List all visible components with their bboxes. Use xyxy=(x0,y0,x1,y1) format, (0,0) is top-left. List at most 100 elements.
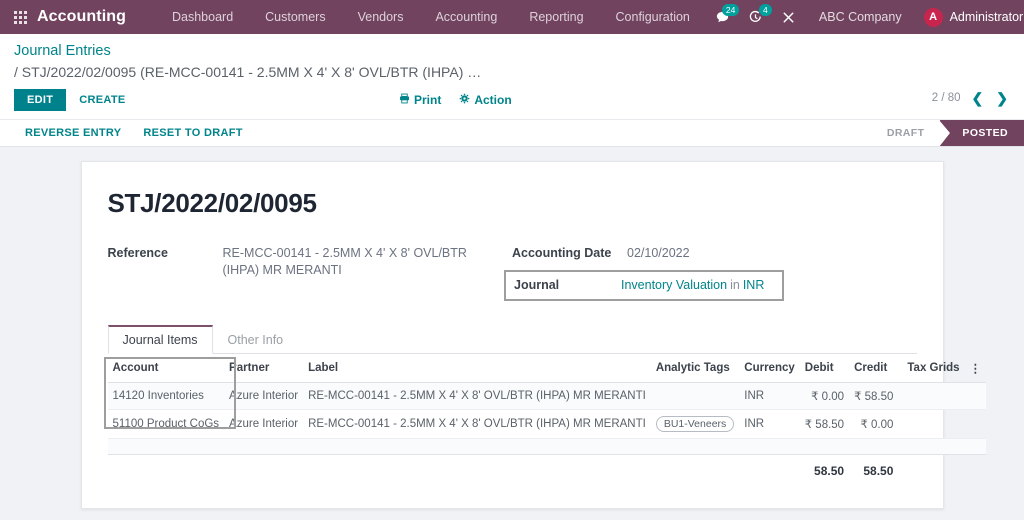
pager: 2 / 80 ❮ ❯ xyxy=(932,91,1010,105)
action-button[interactable]: Action xyxy=(459,93,512,107)
menu-customers[interactable]: Customers xyxy=(249,2,341,32)
cell-credit[interactable]: ₹ 58.50 xyxy=(849,382,899,410)
cell-analytic-tags[interactable]: BU1-Veneers xyxy=(650,409,740,439)
field-accounting-date: Accounting Date 02/10/2022 xyxy=(512,245,917,262)
journal-label: Journal xyxy=(514,278,560,292)
state-draft[interactable]: DRAFT xyxy=(864,120,941,146)
top-navbar: Accounting Dashboard Customers Vendors A… xyxy=(0,0,1024,34)
cell-account[interactable]: 14120 Inventories xyxy=(107,382,225,410)
cell-partner[interactable]: Azure Interior xyxy=(224,382,304,410)
cell-analytic-tags[interactable] xyxy=(650,382,740,410)
form-column-right: Accounting Date 02/10/2022 Journal Inven… xyxy=(504,245,917,301)
messages-icon[interactable]: 24 xyxy=(706,3,739,29)
create-button[interactable]: CREATE xyxy=(66,89,138,111)
totals-debit: 58.50 xyxy=(799,454,850,484)
control-panel-actions: Print Action xyxy=(399,93,512,107)
reference-value[interactable]: RE-MCC-00141 - 2.5MM X 4' X 8' OVL/BTR (… xyxy=(223,245,478,279)
totals-spacer-7 xyxy=(964,454,987,484)
totals-spacer-2 xyxy=(224,454,304,484)
page-body: STJ/2022/02/0095 Reference RE-MCC-00141 … xyxy=(0,147,1024,520)
cell-tax-grids[interactable] xyxy=(898,409,965,439)
user-menu[interactable]: A Administrator xyxy=(916,4,1024,31)
cell-spacer xyxy=(964,382,987,410)
optional-columns-dropdown-icon[interactable]: ⋮ xyxy=(964,354,987,383)
apps-grid-icon[interactable] xyxy=(14,10,27,24)
messages-badge: 24 xyxy=(722,3,739,16)
totals-spacer-5 xyxy=(739,454,800,484)
cell-spacer xyxy=(964,409,987,439)
menu-reporting[interactable]: Reporting xyxy=(513,2,599,32)
analytic-tag-pill[interactable]: BU1-Veneers xyxy=(655,416,735,432)
printer-icon xyxy=(399,93,410,107)
tab-other-info[interactable]: Other Info xyxy=(213,325,299,354)
th-debit[interactable]: Debit xyxy=(799,354,850,383)
page-title: STJ/2022/02/0095 xyxy=(107,188,317,218)
totals-spacer-6 xyxy=(898,454,965,484)
control-panel: Journal Entries / STJ/2022/02/0095 (RE-M… xyxy=(0,34,1024,120)
form-column-left: Reference RE-MCC-00141 - 2.5MM X 4' X 8'… xyxy=(108,245,513,301)
cell-tax-grids[interactable] xyxy=(898,382,965,410)
avatar: A xyxy=(923,7,943,27)
th-currency[interactable]: Currency xyxy=(739,354,800,383)
th-analytic-tags[interactable]: Analytic Tags xyxy=(650,354,740,383)
state-posted[interactable]: POSTED xyxy=(939,120,1024,147)
journal-items-table-wrap: Account Partner Label Analytic Tags Curr… xyxy=(103,354,987,484)
cell-currency[interactable]: INR xyxy=(739,409,800,439)
reverse-entry-button[interactable]: REVERSE ENTRY xyxy=(14,120,132,146)
journal-value-group: Inventory Valuation in INR xyxy=(621,277,764,294)
control-panel-buttons: EDIT CREATE Print Action 2 / 80 ❮ ❯ xyxy=(14,89,1010,119)
print-button[interactable]: Print xyxy=(399,93,441,107)
journal-value[interactable]: Inventory Valuation xyxy=(621,278,727,292)
table-row[interactable]: 51100 Product CoGs Azure Interior RE-MCC… xyxy=(107,409,987,439)
field-journal: Journal Inventory Valuation in INR xyxy=(514,277,764,294)
totals-spacer-3 xyxy=(303,454,651,484)
cell-debit[interactable]: ₹ 0.00 xyxy=(799,382,850,410)
breadcrumb-current-record: / STJ/2022/02/0095 (RE-MCC-00141 - 2.5MM… xyxy=(14,64,482,80)
cell-credit[interactable]: ₹ 0.00 xyxy=(849,409,899,439)
th-credit[interactable]: Credit xyxy=(849,354,899,383)
journal-items-table: Account Partner Label Analytic Tags Curr… xyxy=(107,354,987,484)
cell-label[interactable]: RE-MCC-00141 - 2.5MM X 4' X 8' OVL/BTR (… xyxy=(303,409,651,439)
menu-dashboard[interactable]: Dashboard xyxy=(156,2,249,32)
cell-debit[interactable]: ₹ 58.50 xyxy=(799,409,850,439)
cell-label[interactable]: RE-MCC-00141 - 2.5MM X 4' X 8' OVL/BTR (… xyxy=(303,382,651,410)
form-sheet: STJ/2022/02/0095 Reference RE-MCC-00141 … xyxy=(80,161,987,509)
debug-wrench-icon[interactable] xyxy=(772,6,805,29)
print-label: Print xyxy=(414,93,442,107)
accounting-date-label: Accounting Date xyxy=(512,246,612,260)
cell-partner[interactable]: Azure Interior xyxy=(224,409,304,439)
table-row[interactable]: 14120 Inventories Azure Interior RE-MCC-… xyxy=(107,382,987,410)
journal-currency[interactable]: INR xyxy=(743,278,765,292)
activities-badge: 4 xyxy=(758,3,772,16)
th-label[interactable]: Label xyxy=(303,354,651,383)
pager-next-button[interactable]: ❯ xyxy=(994,91,1010,105)
action-label: Action xyxy=(474,93,512,107)
notebook-tabs: Journal Items Other Info xyxy=(107,325,917,354)
reset-to-draft-button[interactable]: RESET TO DRAFT xyxy=(132,120,253,146)
tab-journal-items[interactable]: Journal Items xyxy=(107,325,213,354)
app-brand-accounting[interactable]: Accounting xyxy=(37,8,126,26)
cell-currency[interactable]: INR xyxy=(739,382,800,410)
accounting-date-value[interactable]: 02/10/2022 xyxy=(627,245,690,262)
th-partner[interactable]: Partner xyxy=(224,354,304,383)
pager-previous-button[interactable]: ❮ xyxy=(970,91,986,105)
totals-credit: 58.50 xyxy=(849,454,899,484)
main-menu: Dashboard Customers Vendors Accounting R… xyxy=(156,2,706,32)
menu-vendors[interactable]: Vendors xyxy=(342,2,420,32)
menu-configuration[interactable]: Configuration xyxy=(600,2,706,32)
activities-clock-icon[interactable]: 4 xyxy=(739,3,772,29)
company-switcher[interactable]: ABC Company xyxy=(805,2,916,32)
edit-button[interactable]: EDIT xyxy=(14,89,67,111)
menu-accounting[interactable]: Accounting xyxy=(419,2,513,32)
th-tax-grids[interactable]: Tax Grids xyxy=(898,354,965,383)
table-header-row: Account Partner Label Analytic Tags Curr… xyxy=(107,354,987,383)
reference-label: Reference xyxy=(107,246,168,260)
totals-spacer-4 xyxy=(650,454,740,484)
form-fields: Reference RE-MCC-00141 - 2.5MM X 4' X 8'… xyxy=(108,245,917,301)
th-account[interactable]: Account xyxy=(107,354,225,383)
pager-count: 2 / 80 xyxy=(931,92,961,104)
breadcrumb-journal-entries[interactable]: Journal Entries xyxy=(14,42,1010,60)
totals-spacer-1 xyxy=(107,454,225,484)
cell-account[interactable]: 51100 Product CoGs xyxy=(107,409,225,439)
user-name: Administrator xyxy=(949,10,1024,24)
